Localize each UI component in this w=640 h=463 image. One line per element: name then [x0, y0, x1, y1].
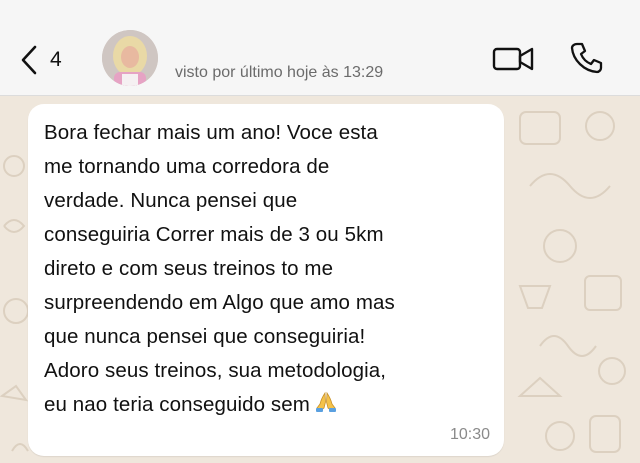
folded-hands-icon	[315, 391, 336, 412]
chat-area[interactable]: Bora fechar mais um ano! Voce esta me to…	[0, 96, 640, 463]
chevron-left-icon	[21, 45, 37, 75]
last-seen-status: visto por último hoje às 13:29	[175, 64, 384, 81]
contact-photo	[102, 30, 158, 86]
message-body: Bora fechar mais um ano! Voce esta me to…	[44, 121, 395, 416]
video-call-button[interactable]	[492, 44, 536, 74]
unread-count: 4	[50, 48, 62, 71]
message-timestamp: 10:30	[449, 426, 490, 443]
incoming-message-bubble[interactable]: Bora fechar mais um ano! Voce esta me to…	[28, 104, 504, 456]
back-button[interactable]: 4	[18, 40, 78, 80]
message-text: Bora fechar mais um ano! Voce esta me to…	[44, 116, 486, 422]
avatar[interactable]	[102, 30, 158, 86]
video-camera-icon	[492, 47, 534, 71]
phone-icon	[570, 42, 603, 74]
voice-call-button[interactable]	[568, 40, 604, 76]
chat-header: 4 visto por último hoje às 13:29	[0, 0, 640, 96]
